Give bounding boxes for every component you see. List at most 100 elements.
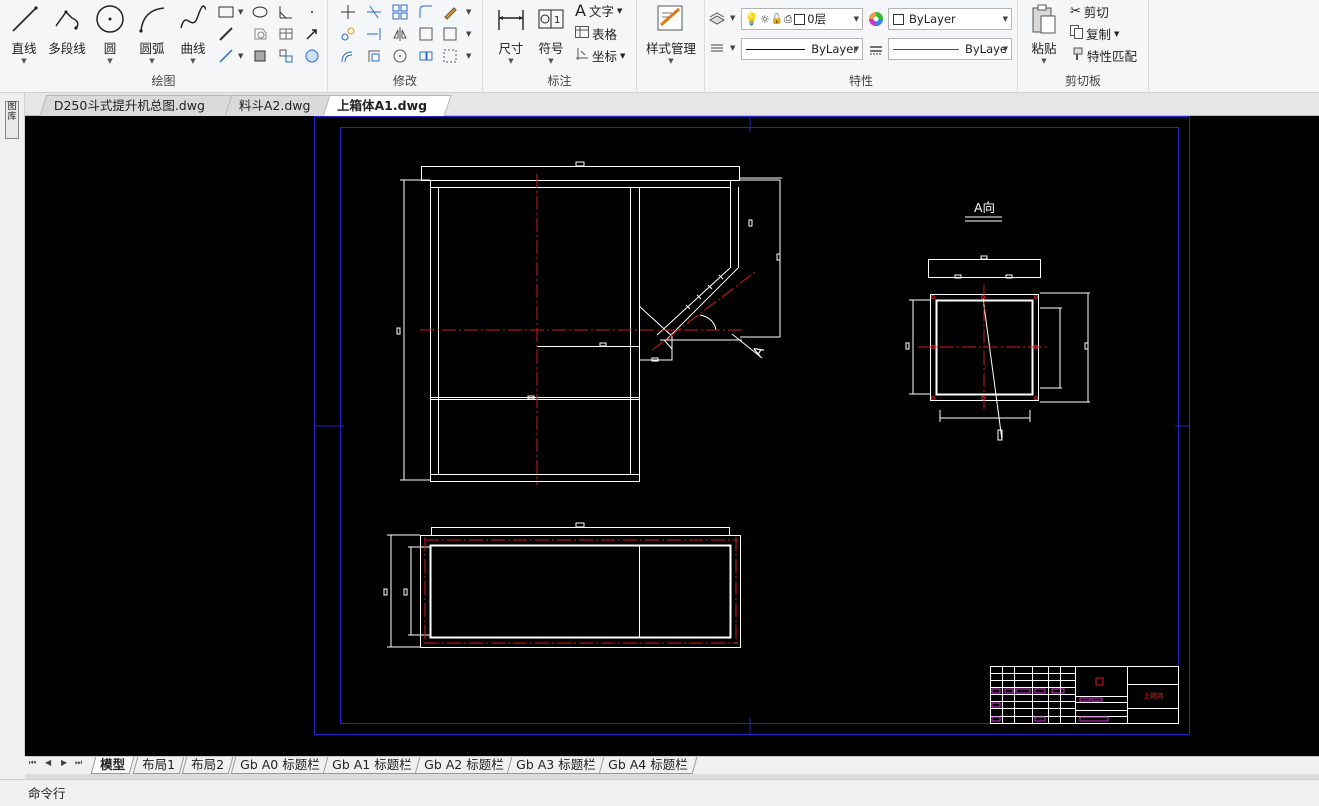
layout-tab-label: Gb A4 标题栏	[608, 757, 688, 772]
hatch-icon[interactable]	[276, 2, 296, 22]
color-wheel-icon[interactable]	[866, 9, 886, 29]
fillet-icon[interactable]	[416, 2, 436, 22]
lineweight-value: ByLaye	[964, 42, 1007, 56]
table-label: 表格	[592, 27, 618, 42]
dimension-icon	[494, 2, 528, 36]
layer-manager-icon[interactable]	[707, 8, 727, 28]
ribbon: 直线 ▼ 多段线 圆 ▼ 圆弧 ▼ 曲线 ▼ ▼ ▼ 绘图 ▼ ▼ ▼ 修改 尺…	[0, 0, 1319, 93]
first-tab-icon[interactable]: ⏮	[29, 758, 36, 768]
rotate-icon[interactable]	[390, 46, 410, 66]
layer-dropdown[interactable]: 💡 ☼ 🔓 ⎙ 0层 ▼	[741, 8, 863, 30]
circle-button[interactable]: 圆 ▼	[90, 2, 130, 65]
table-button[interactable]: 表格	[575, 24, 617, 43]
erase-icon[interactable]	[440, 2, 460, 22]
linetype-dropdown[interactable]: ByLayer ▼	[741, 38, 863, 60]
layout-tab-gb-a0[interactable]: Gb A0 标题栏	[230, 757, 329, 774]
lineweight-dropdown[interactable]: ByLaye ▼	[888, 38, 1012, 60]
symbol-label: 符号	[538, 41, 564, 56]
drawing-canvas[interactable]: A A向 上箱体	[25, 116, 1319, 756]
linetype-value: ByLayer	[811, 42, 858, 56]
table-draw-icon[interactable]	[276, 24, 296, 44]
color-dropdown[interactable]: ByLayer ▼	[888, 8, 1012, 30]
move-icon[interactable]	[338, 2, 358, 22]
curve-button[interactable]: 曲线 ▼	[173, 2, 213, 65]
mirror-icon[interactable]	[390, 24, 410, 44]
rectangle-icon[interactable]	[216, 2, 236, 22]
section-mark: A	[750, 344, 767, 359]
point-icon[interactable]	[302, 2, 322, 22]
layout-tab-label: Gb A1 标题栏	[332, 757, 412, 772]
layer-color-swatch	[794, 13, 806, 25]
xline-icon[interactable]	[216, 46, 236, 66]
ellipse-icon[interactable]	[250, 2, 270, 22]
offset-icon[interactable]	[338, 46, 358, 66]
coordinate-label: 坐标	[592, 49, 618, 64]
match-properties-icon	[1070, 47, 1084, 64]
next-tab-icon[interactable]: ▶	[61, 758, 67, 767]
text-button[interactable]: A 文字 ▼	[575, 1, 622, 20]
doc-tab-1[interactable]: 料斗A2.dwg	[224, 95, 334, 116]
coordinate-button[interactable]: 坐标 ▼	[575, 46, 625, 65]
wipeout-icon[interactable]	[302, 46, 322, 66]
arc-label: 圆弧	[139, 41, 165, 56]
front-view	[396, 161, 782, 482]
draw-panel-title: 绘图	[151, 74, 176, 88]
prev-tab-icon[interactable]: ◀	[45, 758, 51, 767]
dimension-button[interactable]: 尺寸 ▼	[491, 2, 531, 65]
cad-application: 直线 ▼ 多段线 圆 ▼ 圆弧 ▼ 曲线 ▼ ▼ ▼ 绘图 ▼ ▼ ▼ 修改 尺…	[0, 0, 1319, 806]
block-icon[interactable]	[250, 46, 270, 66]
layout-tab-1[interactable]: 布局1	[132, 757, 185, 774]
style-manager-button[interactable]: 样式管理 ▼	[643, 2, 699, 65]
spline-icon	[176, 2, 210, 36]
arrow-icon[interactable]	[302, 24, 322, 44]
layout-tab-gb-a4[interactable]: Gb A4 标题栏	[598, 757, 697, 774]
explode-icon[interactable]	[440, 24, 460, 44]
lineweight-icon[interactable]	[866, 40, 886, 60]
doc-tab-0[interactable]: D250斗式提升机总图.dwg	[39, 95, 237, 116]
gallery-tab[interactable]: 图库	[5, 101, 19, 139]
title-block-name: 上箱体	[1143, 691, 1164, 700]
cut-button[interactable]: ✂ 剪切	[1070, 2, 1109, 21]
properties-panel-title: 特性	[848, 74, 873, 88]
linetype-list-icon[interactable]	[707, 38, 727, 58]
symbol-button[interactable]: 1 符号 ▼	[531, 2, 571, 65]
polyline-button[interactable]: 多段线	[46, 2, 88, 57]
trim-icon[interactable]	[364, 2, 384, 22]
layout-tab-label: 布局1	[142, 757, 176, 772]
layout-tab-gb-a2[interactable]: Gb A2 标题栏	[414, 757, 513, 774]
array-icon[interactable]	[390, 2, 410, 22]
layout-tab-gb-a1[interactable]: Gb A1 标题栏	[322, 757, 421, 774]
scale-icon[interactable]	[364, 46, 384, 66]
copy-label: 复制	[1086, 27, 1112, 42]
modify-panel-title: 修改	[392, 74, 417, 88]
paste-button[interactable]: 粘贴 ▼	[1024, 2, 1064, 65]
doc-tab-2[interactable]: 上箱体A1.dwg×	[322, 95, 452, 133]
insert-block-icon[interactable]	[276, 46, 296, 66]
side-centerlines	[918, 285, 1050, 410]
layout-tab-gb-a3[interactable]: Gb A3 标题栏	[506, 757, 605, 774]
stretch-icon[interactable]	[416, 24, 436, 44]
last-tab-icon[interactable]: ⏭	[75, 758, 82, 768]
region-icon[interactable]	[250, 24, 270, 44]
side-view-a	[905, 255, 1090, 441]
join-icon[interactable]	[416, 46, 436, 66]
circle-icon	[93, 2, 127, 36]
arc-button[interactable]: 圆弧 ▼	[132, 2, 172, 65]
coordinate-icon	[575, 47, 589, 64]
properties-panel: ▼ 💡 ☼ 🔓 ⎙ 0层 ▼ ByLayer ▼ ▼ ByLayer ▼ ByL…	[705, 0, 1018, 93]
copy-object-icon[interactable]	[338, 24, 358, 44]
layout-tab-model[interactable]: 模型	[90, 757, 135, 774]
construction-line-icon[interactable]	[216, 24, 236, 44]
match-properties-button[interactable]: 特性匹配	[1070, 46, 1137, 65]
command-line[interactable]: 命令行	[0, 779, 1319, 806]
copy-button[interactable]: 复制 ▼	[1070, 24, 1119, 43]
break-icon[interactable]	[440, 46, 460, 66]
table-icon	[575, 26, 589, 41]
line-button[interactable]: 直线 ▼	[4, 2, 44, 65]
printer-icon: ⎙	[784, 13, 793, 25]
clipboard-panel: 粘贴 ▼ ✂ 剪切 复制 ▼ 特性匹配 剪切板	[1018, 0, 1149, 93]
match-properties-label: 特性匹配	[1087, 49, 1138, 64]
layout-tab-2[interactable]: 布局2	[181, 757, 234, 774]
extend-icon[interactable]	[364, 24, 384, 44]
top-view	[383, 522, 741, 648]
